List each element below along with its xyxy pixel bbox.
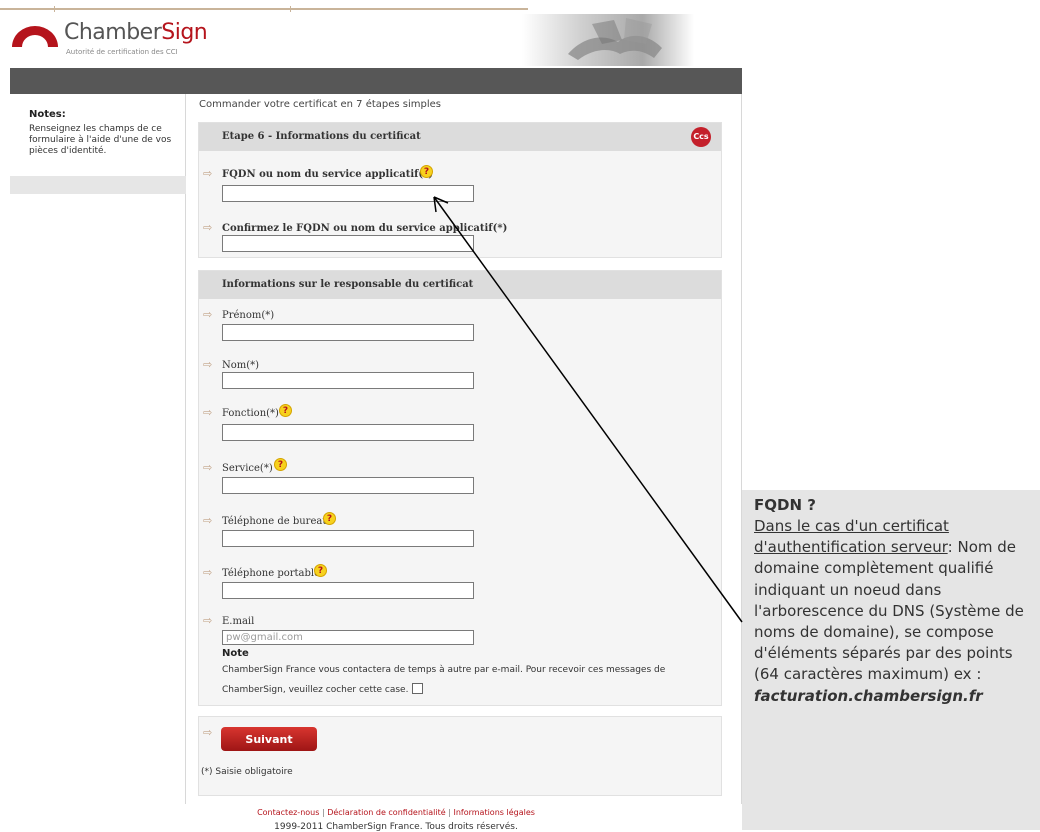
page-heading: Commander votre certificat en 7 étapes s…: [199, 99, 442, 110]
navigation-bar: [10, 68, 742, 94]
notes-title: Notes:: [29, 109, 66, 120]
footer-link-legal[interactable]: Informations légales: [453, 808, 534, 817]
top-decorative-line: [0, 8, 528, 10]
logo-arc-icon: [12, 26, 58, 47]
logo-wordmark: ChamberSign: [64, 20, 208, 45]
callout-colon: :: [947, 538, 953, 557]
top-line-tick: [290, 6, 291, 12]
email-input[interactable]: [222, 630, 474, 645]
footer-links: Contactez-nous | Déclaration de confiden…: [186, 808, 606, 817]
sidebar-gray-band: [10, 176, 186, 194]
responsable-panel: Informations sur le responsable du certi…: [198, 270, 722, 706]
arrow-right-icon: ⇨: [203, 358, 213, 371]
newsletter-checkbox[interactable]: [412, 683, 424, 694]
fqdn-explanation-callout: FQDN ? Dans le cas d'un certificat d'aut…: [742, 490, 1040, 830]
service-input[interactable]: [222, 477, 474, 494]
newsletter-consent-text: ChamberSign France vous contactera de te…: [222, 665, 666, 695]
panel-header: Etape 6 - Informations du certificat Ccs: [199, 123, 721, 151]
function-label: Fonction(*): [222, 408, 279, 419]
mandatory-note: (*) Saisie obligatoire: [201, 767, 293, 777]
logo-subtitle: Autorité de certification des CCI: [66, 48, 178, 56]
firstname-input[interactable]: [222, 324, 474, 341]
footer-link-contact[interactable]: Contactez-nous: [257, 808, 319, 817]
callout-definition: Nom de domaine complètement qualifié ind…: [754, 538, 1024, 684]
logo-word-chamber: Chamber: [64, 20, 162, 45]
office-phone-input[interactable]: [222, 530, 474, 547]
arrow-right-icon: ⇨: [203, 308, 213, 321]
fqdn-input[interactable]: [222, 185, 474, 202]
footer-copyright: 1999-2011 ChamberSign France. Tous droit…: [274, 822, 518, 832]
help-icon[interactable]: ?: [274, 458, 287, 471]
arrow-right-icon: ⇨: [203, 726, 213, 739]
ccs-badge-icon: Ccs: [691, 127, 711, 147]
main-content: Commander votre certificat en 7 étapes s…: [186, 94, 742, 804]
email-label: E.mail: [222, 616, 255, 627]
logo-word-sign: Sign: [161, 20, 208, 45]
step-title: Etape 6 - Informations du certificat: [222, 131, 421, 142]
help-icon[interactable]: ?: [314, 564, 327, 577]
office-phone-label: Téléphone de bureau: [222, 516, 329, 527]
lastname-input[interactable]: [222, 372, 474, 389]
footer-separator: |: [448, 808, 451, 817]
notes-text: Renseignez les champs de ce formulaire à…: [29, 124, 172, 156]
next-button[interactable]: Suivant: [221, 727, 317, 751]
service-label: Service(*): [222, 463, 273, 474]
actions-panel: ⇨ Suivant (*) Saisie obligatoire: [198, 716, 722, 796]
callout-body: Dans le cas d'un certificat d'authentifi…: [754, 516, 1040, 707]
function-input[interactable]: [222, 424, 474, 441]
responsable-title: Informations sur le responsable du certi…: [222, 279, 474, 290]
mobile-phone-label: Téléphone portable: [222, 568, 321, 579]
certificate-info-panel: Etape 6 - Informations du certificat Ccs…: [198, 122, 722, 258]
panel-header: Informations sur le responsable du certi…: [199, 271, 721, 299]
top-line-tick: [54, 6, 55, 12]
help-icon[interactable]: ?: [420, 165, 433, 178]
sidebar: Notes: Renseignez les champs de ce formu…: [10, 94, 186, 804]
arrow-right-icon: ⇨: [203, 566, 213, 579]
chambersign-logo[interactable]: ChamberSign Autorité de certification de…: [10, 20, 208, 60]
note-title: Note: [222, 648, 249, 659]
arrow-right-icon: ⇨: [203, 406, 213, 419]
note-text-block: ChamberSign France vous contactera de te…: [222, 660, 712, 700]
firstname-label: Prénom(*): [222, 310, 275, 321]
mobile-phone-input[interactable]: [222, 582, 474, 599]
confirm-fqdn-input[interactable]: [222, 235, 474, 252]
arrow-right-icon: ⇨: [203, 614, 213, 627]
callout-title: FQDN ?: [754, 496, 816, 514]
fqdn-label: FQDN ou nom du service applicatif(*): [222, 169, 434, 180]
arrow-right-icon: ⇨: [203, 221, 213, 234]
help-icon[interactable]: ?: [323, 512, 336, 525]
arrow-right-icon: ⇨: [203, 514, 213, 527]
footer-link-privacy[interactable]: Déclaration de confidentialité: [327, 808, 445, 817]
footer-separator: |: [321, 808, 325, 817]
arrow-right-icon: ⇨: [203, 461, 213, 474]
arrow-right-icon: ⇨: [203, 167, 213, 180]
callout-example: facturation.chambersign.fr: [754, 686, 983, 705]
callout-condition: Dans le cas d'un certificat d'authentifi…: [754, 517, 949, 557]
handshake-header-image: [522, 14, 694, 66]
confirm-fqdn-label: Confirmez le FQDN ou nom du service appl…: [222, 223, 508, 234]
help-icon[interactable]: ?: [279, 404, 292, 417]
lastname-label: Nom(*): [222, 360, 260, 371]
